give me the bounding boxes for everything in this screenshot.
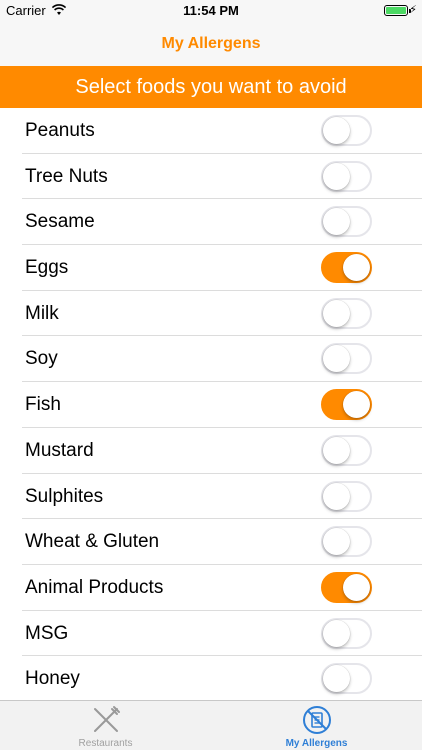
instruction-banner: Select foods you want to avoid bbox=[0, 66, 422, 108]
charging-icon: ⚡ bbox=[409, 4, 417, 16]
allergen-toggle[interactable] bbox=[321, 526, 372, 558]
allergen-label: Mustard bbox=[25, 439, 94, 461]
allergen-label: Peanuts bbox=[25, 120, 95, 141]
allergen-toggle[interactable] bbox=[321, 663, 372, 695]
allergen-label: Honey bbox=[25, 668, 80, 690]
allergen-label: Milk bbox=[25, 302, 59, 324]
allergen-row: Tree Nuts bbox=[22, 154, 422, 200]
allergen-label: MSG bbox=[25, 622, 69, 644]
allergen-label: Fish bbox=[25, 394, 61, 416]
allergen-list-icon bbox=[303, 706, 331, 734]
page-title: My Allergens bbox=[161, 35, 261, 52]
tab-my-allergens[interactable]: My Allergens bbox=[211, 701, 422, 750]
allergen-row: Fish bbox=[22, 382, 422, 428]
tab-restaurants[interactable]: Restaurants bbox=[0, 701, 211, 750]
banner-text: Select foods you want to avoid bbox=[75, 76, 347, 98]
status-bar: Carrier 11:54 PM ⚡ bbox=[0, 0, 422, 22]
allergen-label: Sesame bbox=[25, 211, 95, 233]
allergen-toggle[interactable] bbox=[321, 343, 372, 375]
tab-label: My Allergens bbox=[285, 738, 348, 749]
allergen-row: Peanuts bbox=[22, 108, 422, 154]
allergen-toggle[interactable] bbox=[321, 617, 372, 649]
allergen-row: Wheat & Gluten bbox=[22, 519, 422, 565]
allergen-toggle[interactable] bbox=[321, 115, 372, 146]
allergen-label: Eggs bbox=[25, 257, 69, 279]
allergen-toggle[interactable] bbox=[321, 252, 372, 284]
allergen-row: Sesame bbox=[22, 199, 422, 246]
tab-bar: Restaurants My Allergens bbox=[0, 700, 422, 750]
allergen-row: MSG bbox=[22, 611, 422, 657]
allergen-row: Sulphites bbox=[22, 474, 422, 520]
allergen-toggle[interactable] bbox=[321, 571, 372, 603]
allergen-row: Soy bbox=[22, 336, 422, 383]
battery-icon bbox=[384, 5, 411, 16]
allergen-row: Mustard bbox=[22, 428, 422, 474]
tab-label: Restaurants bbox=[78, 738, 133, 749]
allergen-label: Wheat & Gluten bbox=[25, 531, 160, 553]
allergen-label: Soy bbox=[25, 348, 58, 370]
allergen-row: Animal Products bbox=[22, 565, 422, 611]
allergen-list: Peanuts Tree Nuts Sesame Eggs Milk Soy F… bbox=[0, 108, 422, 700]
allergen-toggle[interactable] bbox=[321, 206, 372, 238]
allergen-toggle[interactable] bbox=[321, 297, 372, 329]
allergen-toggle[interactable] bbox=[321, 480, 372, 512]
allergen-row: Eggs bbox=[22, 245, 422, 291]
allergen-toggle[interactable] bbox=[321, 389, 372, 421]
allergen-row: Honey bbox=[22, 656, 422, 700]
allergen-toggle[interactable] bbox=[321, 434, 372, 466]
fork-knife-icon bbox=[94, 706, 120, 732]
allergen-row: Milk bbox=[22, 291, 422, 337]
navigation-bar: My Allergens bbox=[0, 22, 422, 66]
allergen-label: Sulphites bbox=[25, 485, 104, 507]
allergen-label: Tree Nuts bbox=[25, 165, 108, 187]
allergen-label: Animal Products bbox=[25, 576, 164, 598]
status-time: 11:54 PM bbox=[183, 3, 239, 18]
allergen-toggle[interactable] bbox=[321, 160, 372, 192]
